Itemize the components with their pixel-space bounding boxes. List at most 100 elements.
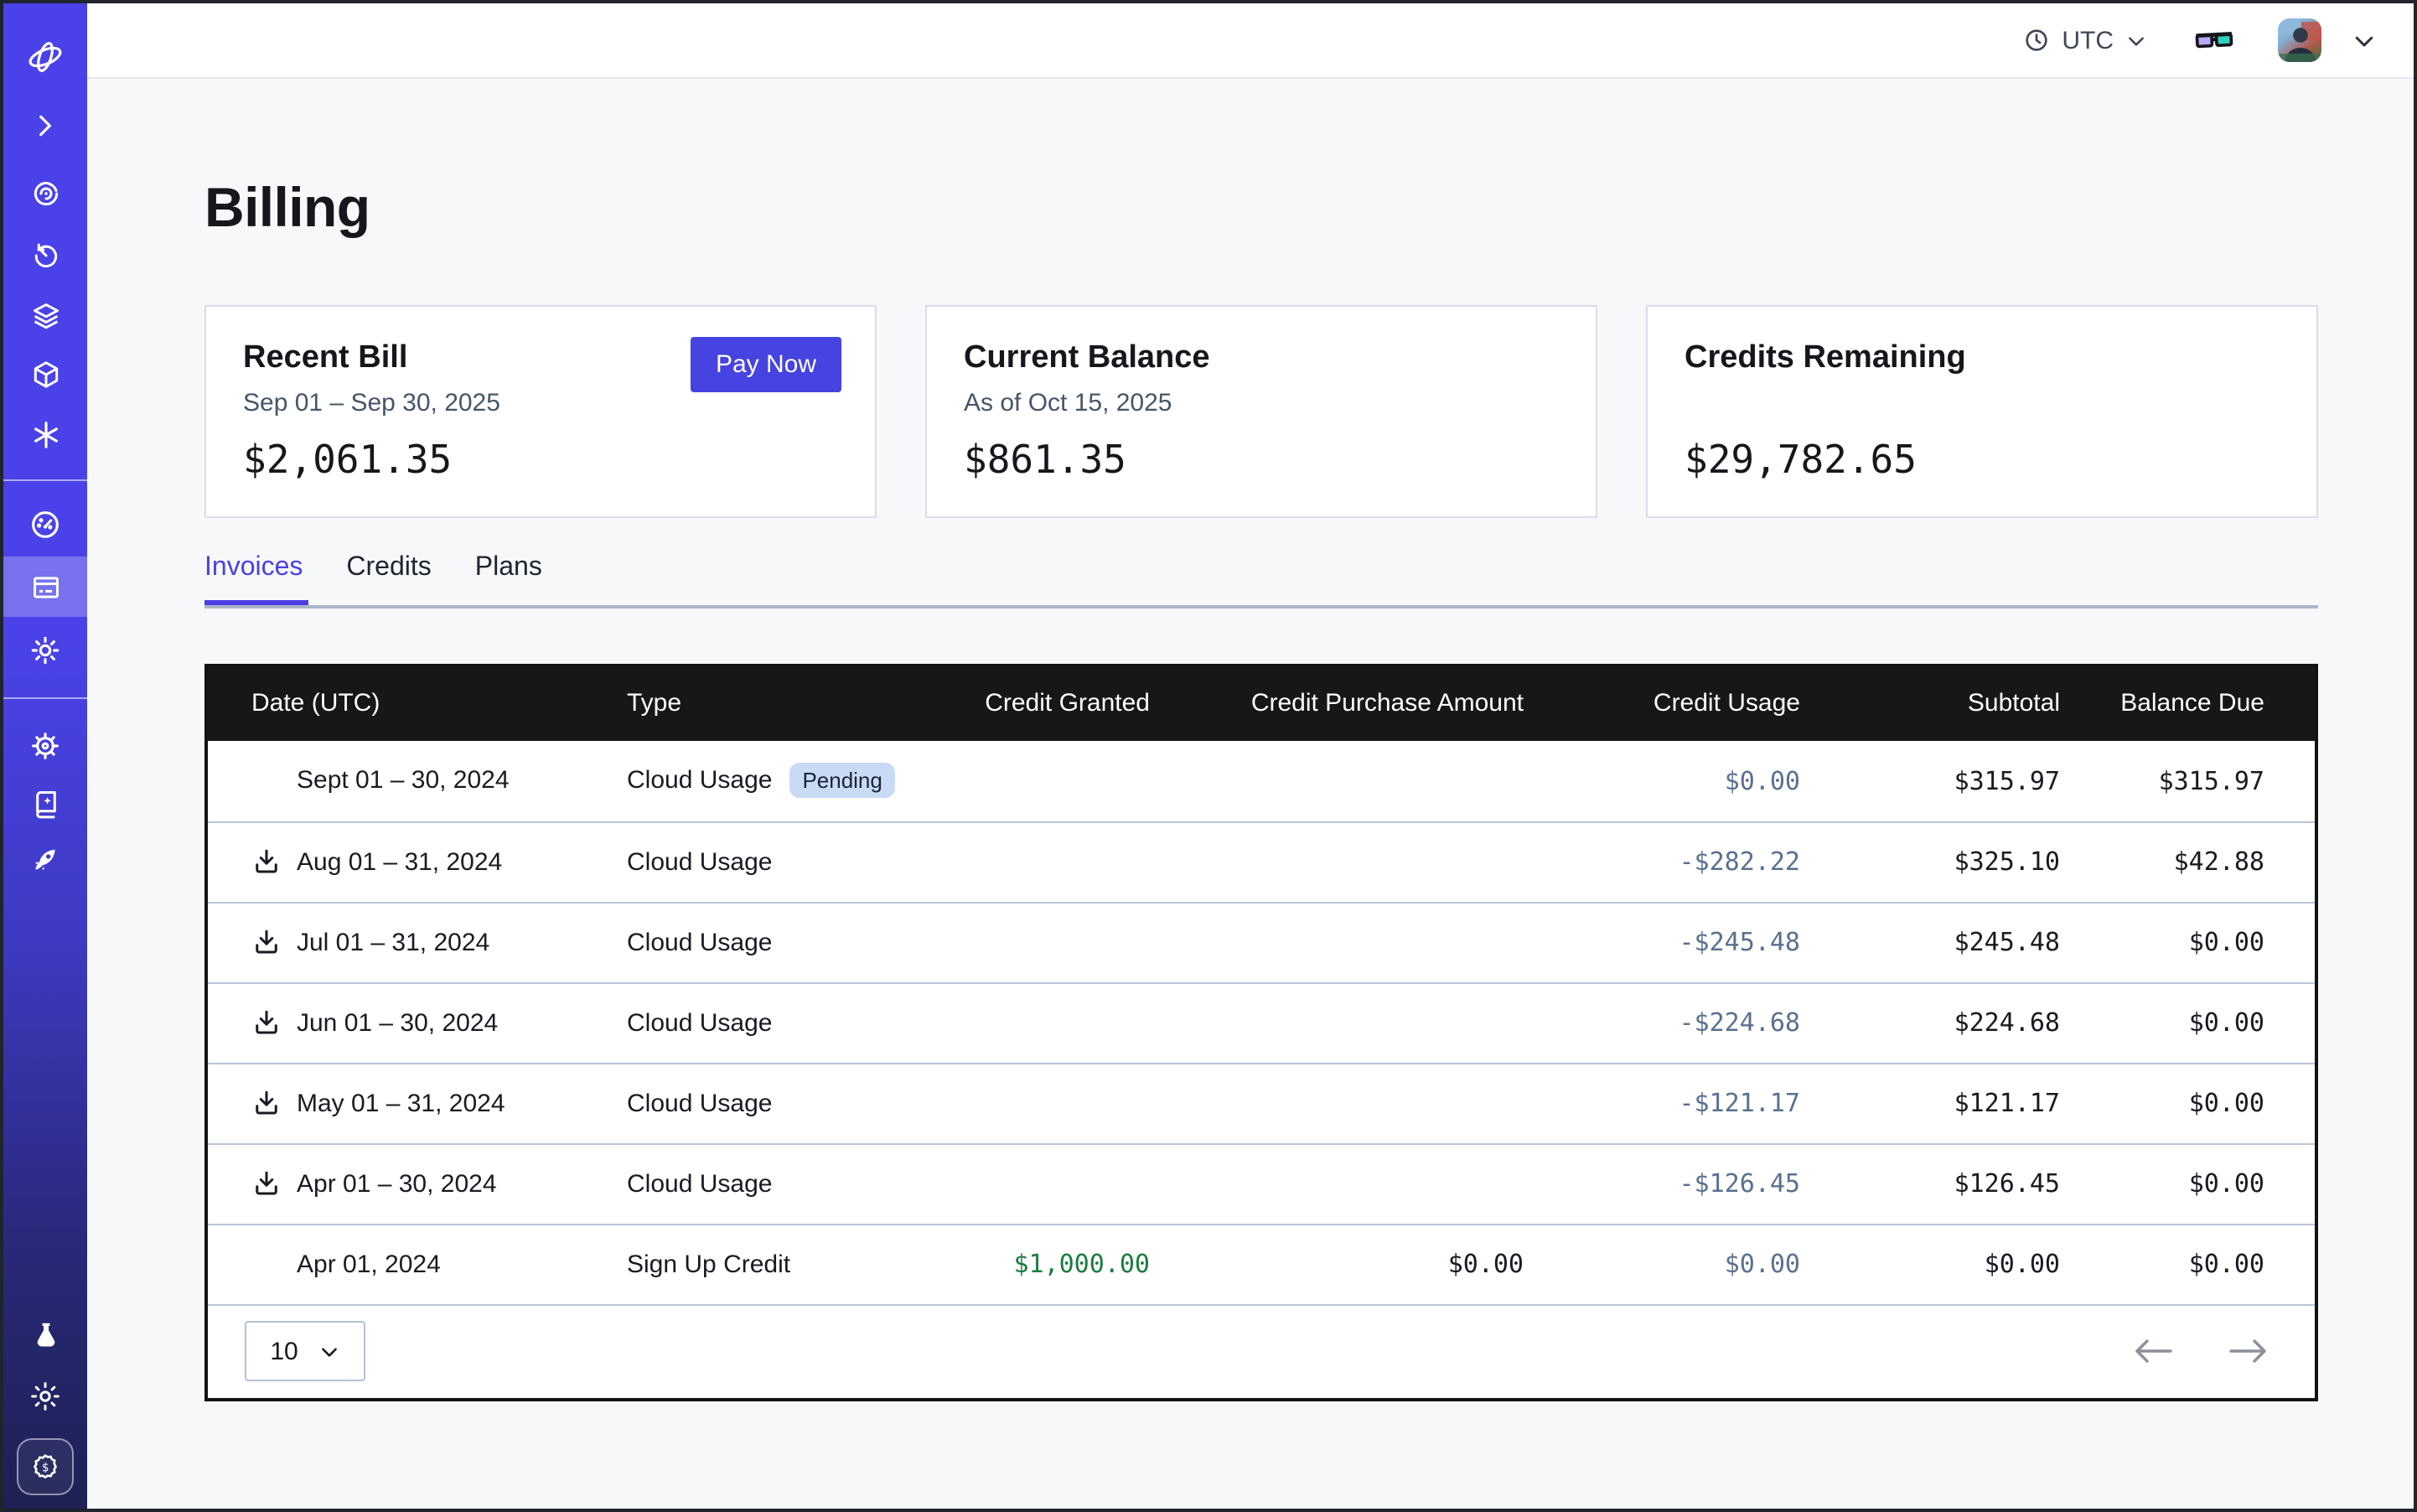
tab-invoices[interactable]: Invoices xyxy=(204,553,303,605)
table-row: May 01 – 31, 2024 Cloud Usage -$121.17 $… xyxy=(208,1062,2315,1142)
invoice-date: Jul 01 – 31, 2024 xyxy=(297,928,489,956)
billing-tabs: Invoices Credits Plans xyxy=(204,553,2318,608)
balance-due-value: $42.88 xyxy=(2073,847,2315,877)
expand-sidebar-chevron-icon[interactable] xyxy=(3,96,87,156)
credit-granted-value: $1,000.00 xyxy=(912,1249,1163,1279)
balance-due-value: $0.00 xyxy=(2073,927,2315,957)
invoice-type: Cloud Usage xyxy=(627,1089,772,1117)
invoice-type: Cloud Usage xyxy=(627,928,772,956)
tabs-underline xyxy=(204,605,2318,608)
table-pagination: 10 xyxy=(208,1303,2315,1397)
3d-glasses-icon[interactable] xyxy=(2194,25,2234,55)
credit-purchase-amount-value: $0.00 xyxy=(1163,1249,1537,1279)
usage-gauge-icon[interactable] xyxy=(3,495,87,555)
tab-plans[interactable]: Plans xyxy=(475,553,542,605)
chevron-down-icon xyxy=(318,1340,340,1362)
column-header: Credit Purchase Amount xyxy=(1163,689,1537,717)
subtotal-value: $224.68 xyxy=(1814,1007,2073,1038)
subtotal-value: $121.17 xyxy=(1814,1088,2073,1118)
download-invoice-icon[interactable] xyxy=(251,1088,282,1118)
history-clock-icon[interactable] xyxy=(3,225,87,285)
column-header: Balance Due xyxy=(2073,689,2315,717)
docs-book-icon[interactable] xyxy=(3,773,87,833)
observe-icon[interactable] xyxy=(3,163,87,223)
download-invoice-icon[interactable] xyxy=(251,1168,282,1199)
arrow-right-icon xyxy=(2229,1339,2268,1363)
table-body: Sept 01 – 30, 2024 Cloud Usage Pending $… xyxy=(208,740,2315,1303)
summary-cards: Recent Bill Sep 01 – Sep 30, 2025 $2,061… xyxy=(204,305,2318,518)
invoice-type: Cloud Usage xyxy=(627,766,772,795)
download-invoice-icon[interactable] xyxy=(251,847,282,877)
dollar-seal-icon: $ xyxy=(28,1450,62,1484)
download-invoice-icon[interactable] xyxy=(251,1007,282,1038)
main-area: Billing Recent Bill Sep 01 – Sep 30, 202… xyxy=(87,79,2414,1509)
subtotal-value: $315.97 xyxy=(1814,765,2073,795)
subtotal-value: $126.45 xyxy=(1814,1168,2073,1199)
avatar[interactable] xyxy=(2278,18,2321,62)
download-invoice-icon[interactable] xyxy=(251,927,282,957)
credit-usage-value: -$282.22 xyxy=(1537,847,1814,877)
balance-due-value: $0.00 xyxy=(2073,1007,2315,1038)
page-size-select[interactable]: 10 xyxy=(245,1321,365,1381)
credit-usage-value: -$121.17 xyxy=(1537,1088,1814,1118)
card-subtitle: As of Oct 15, 2025 xyxy=(964,389,1559,417)
invoice-date: Jun 01 – 30, 2024 xyxy=(297,1008,498,1037)
account-menu-chevron-icon[interactable] xyxy=(2352,28,2377,53)
card-title: Current Balance xyxy=(964,340,1559,377)
credits-dollar-badge-button[interactable]: $ xyxy=(3,1437,87,1497)
invoice-type: Cloud Usage xyxy=(627,1008,772,1037)
invoice-type: Sign Up Credit xyxy=(627,1250,790,1278)
column-header: Date (UTC) xyxy=(208,689,627,717)
table-row: Jun 01 – 30, 2024 Cloud Usage -$224.68 $… xyxy=(208,981,2315,1062)
next-page-button[interactable] xyxy=(2229,1339,2268,1363)
current-balance-card: Current Balance As of Oct 15, 2025 $861.… xyxy=(925,305,1597,518)
invoice-date: May 01 – 31, 2024 xyxy=(297,1089,505,1117)
clock-icon xyxy=(2023,27,2050,54)
invoice-date: Apr 01 – 30, 2024 xyxy=(297,1169,497,1198)
credits-remaining-card: Credits Remaining $29,782.65 xyxy=(1646,305,2318,518)
balance-due-value: $0.00 xyxy=(2073,1088,2315,1118)
getting-started-rocket-icon[interactable] xyxy=(3,830,87,890)
pay-now-button[interactable]: Pay Now xyxy=(691,337,841,392)
layers-icon[interactable] xyxy=(3,285,87,345)
credit-usage-value: -$126.45 xyxy=(1537,1168,1814,1199)
recent-bill-amount: $2,061.35 xyxy=(243,439,452,483)
subtotal-value: $245.48 xyxy=(1814,927,2073,957)
card-subtitle: Sep 01 – Sep 30, 2025 xyxy=(243,389,838,417)
invoice-date: Aug 01 – 31, 2024 xyxy=(297,847,502,876)
balance-due-value: $0.00 xyxy=(2073,1168,2315,1199)
invoice-date: Sept 01 – 30, 2024 xyxy=(297,766,510,795)
page-title: Billing xyxy=(204,176,2318,240)
previous-page-button[interactable] xyxy=(2134,1339,2172,1363)
timezone-label: UTC xyxy=(2062,26,2114,54)
table-row: Apr 01 – 30, 2024 Cloud Usage -$126.45 $… xyxy=(208,1142,2315,1223)
topbar: UTC xyxy=(87,3,2414,79)
support-helm-icon[interactable] xyxy=(3,716,87,776)
status-badge: Pending xyxy=(789,763,895,798)
settings-gear-icon[interactable] xyxy=(3,620,87,681)
tab-credits[interactable]: Credits xyxy=(346,553,431,605)
logo-icon[interactable] xyxy=(3,27,87,87)
sidebar-divider xyxy=(3,697,87,699)
asterisk-icon[interactable] xyxy=(3,404,87,464)
table-row: Sept 01 – 30, 2024 Cloud Usage Pending $… xyxy=(208,740,2315,821)
column-header: Type xyxy=(627,689,912,717)
balance-due-value: $315.97 xyxy=(2073,765,2315,795)
balance-due-value: $0.00 xyxy=(2073,1249,2315,1279)
credits-remaining-amount: $29,782.65 xyxy=(1685,439,1917,483)
billing-card-icon xyxy=(29,571,61,603)
app-window: $ UTC xyxy=(0,0,2417,1512)
invoice-type: Cloud Usage xyxy=(627,847,772,876)
credit-usage-value: -$224.68 xyxy=(1537,1007,1814,1038)
experiments-flask-icon[interactable] xyxy=(3,1304,87,1364)
sidebar-item-billing[interactable] xyxy=(3,557,87,617)
credit-usage-value: $0.00 xyxy=(1537,1249,1814,1279)
credit-usage-value: $0.00 xyxy=(1537,765,1814,795)
subtotal-value: $0.00 xyxy=(1814,1249,2073,1279)
timezone-selector[interactable]: UTC xyxy=(2023,26,2147,54)
package-box-icon[interactable] xyxy=(3,344,87,404)
page-size-value: 10 xyxy=(270,1337,298,1365)
invoices-table: Date (UTC) Type Credit Granted Credit Pu… xyxy=(204,663,2318,1401)
theme-sun-icon[interactable] xyxy=(3,1366,87,1427)
invoice-date: Apr 01, 2024 xyxy=(297,1250,441,1278)
